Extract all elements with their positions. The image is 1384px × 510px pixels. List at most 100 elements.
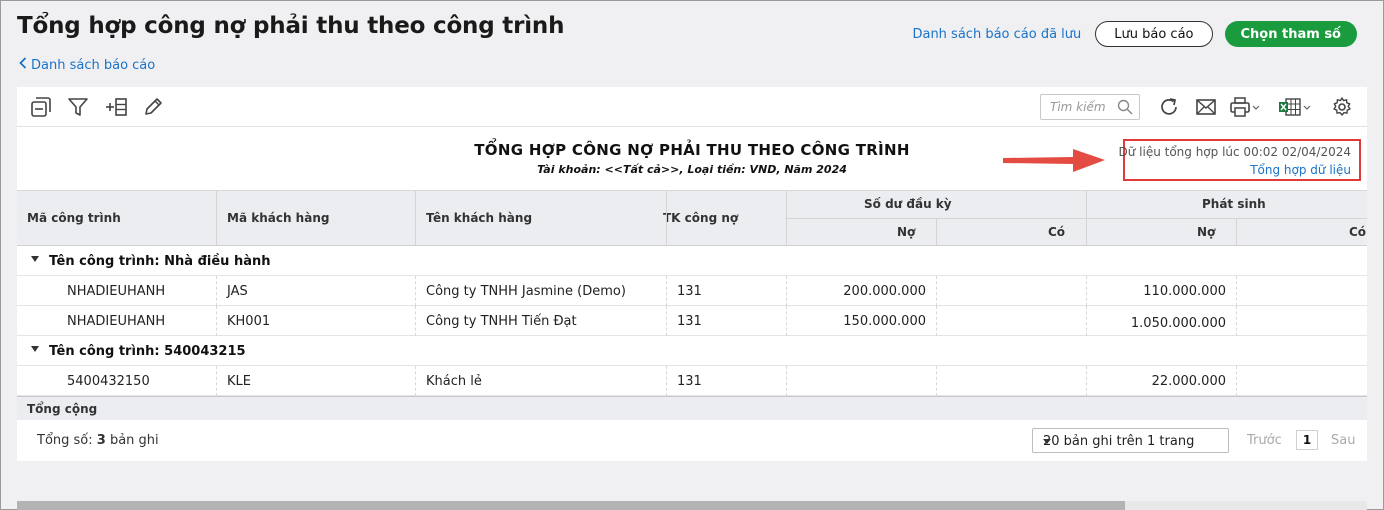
sync-time: Dữ liệu tổng hợp lúc 00:02 02/04/2024 (1118, 145, 1351, 159)
caret-down-icon[interactable] (31, 346, 39, 352)
back-link-label: Danh sách báo cáo (31, 57, 156, 73)
excel-icon[interactable] (1277, 95, 1313, 119)
divider (415, 366, 416, 396)
settings-icon[interactable] (1330, 95, 1354, 119)
divider (786, 306, 787, 336)
cell-project-code: NHADIEUHANH (67, 284, 166, 299)
group-row[interactable]: Tên công trình: 540043215 (17, 336, 1367, 366)
divider (1086, 276, 1087, 306)
divider (936, 366, 937, 396)
divider (1236, 366, 1237, 396)
edit-icon[interactable] (141, 95, 165, 119)
page-title: Tổng hợp công nợ phải thu theo công trìn… (17, 13, 565, 39)
divider (1086, 191, 1087, 247)
cell-open-debit: 150.000.000 (843, 314, 926, 329)
divider (1086, 306, 1087, 336)
record-count-prefix: Tổng số: (37, 433, 97, 448)
col-incurred-credit[interactable]: Có (1349, 225, 1366, 239)
page-number[interactable]: 1 (1296, 430, 1318, 450)
table-row[interactable]: 5400432150 KLE Khách lẻ 131 22.000.000 (17, 366, 1367, 396)
divider (415, 276, 416, 306)
print-icon[interactable] (1229, 95, 1263, 119)
divider (216, 306, 217, 336)
refresh-icon[interactable] (1157, 95, 1181, 119)
divider (786, 366, 787, 396)
table-row[interactable]: NHADIEUHANH KH001 Công ty TNHH Tiến Đạt … (17, 306, 1367, 336)
cell-customer-name: Công ty TNHH Jasmine (Demo) (426, 284, 626, 299)
chevron-left-icon (19, 57, 27, 73)
cell-incurred-debit: 22.000.000 (1151, 374, 1226, 389)
col-project-code[interactable]: Mã công trình (27, 211, 121, 225)
col-incurred-debit[interactable]: Nợ (1197, 225, 1215, 239)
cell-account: 131 (677, 284, 702, 299)
search-icon (1117, 99, 1133, 115)
cell-customer-name: Công ty TNHH Tiến Đạt (426, 314, 577, 329)
divider (1236, 306, 1237, 336)
divider (786, 276, 787, 306)
col-opening-credit[interactable]: Có (1048, 225, 1065, 239)
col-customer-name[interactable]: Tên khách hàng (426, 211, 532, 225)
email-icon[interactable] (1194, 95, 1218, 119)
divider (216, 366, 217, 396)
divider (936, 306, 937, 336)
sync-data-link[interactable]: Tổng hợp dữ liệu (1250, 163, 1351, 177)
divider (666, 191, 667, 247)
report-toolbar: Tìm kiếm (17, 87, 1367, 127)
cell-account: 131 (677, 314, 702, 329)
col-debt-account[interactable]: TK công nợ (663, 211, 738, 225)
col-opening-debit[interactable]: Nợ (897, 225, 915, 239)
cell-project-code: NHADIEUHANH (67, 314, 166, 329)
group-label: Tên công trình: Nhà điều hành (49, 254, 271, 269)
total-row: Tổng cộng (17, 396, 1367, 420)
collapse-icon[interactable] (29, 95, 53, 119)
divider (786, 191, 787, 247)
save-report-button[interactable]: Lưu báo cáo (1095, 21, 1213, 47)
saved-reports-link[interactable]: Danh sách báo cáo đã lưu (912, 27, 1081, 42)
divider (1236, 276, 1237, 306)
cell-customer-code: KH001 (227, 314, 271, 329)
page-size-value: 20 bản ghi trên 1 trang (1043, 434, 1195, 449)
divider (666, 306, 667, 336)
group-row[interactable]: Tên công trình: Nhà điều hành (17, 246, 1367, 276)
col-customer-code[interactable]: Mã khách hàng (227, 211, 329, 225)
arrow-right-icon (1003, 149, 1105, 172)
cell-customer-code: KLE (227, 374, 251, 389)
cell-customer-name: Khách lẻ (426, 374, 482, 389)
divider (936, 276, 937, 306)
divider (666, 276, 667, 306)
search-input[interactable]: Tìm kiếm (1040, 94, 1140, 120)
back-to-report-list-link[interactable]: Danh sách báo cáo (19, 57, 155, 73)
table-header: Mã công trình Mã khách hàng Tên khách hà… (17, 190, 1367, 247)
record-count-suffix: bản ghi (105, 433, 159, 448)
search-placeholder: Tìm kiếm (1050, 100, 1106, 114)
cell-open-debit: 200.000.000 (843, 284, 926, 299)
chevron-down-icon (1043, 439, 1051, 444)
caret-down-icon[interactable] (31, 256, 39, 262)
divider (1236, 218, 1237, 247)
divider (216, 276, 217, 306)
divider (1086, 366, 1087, 396)
record-count-value: 3 (96, 433, 106, 448)
table-footer: Tổng số: 3 bản ghi 20 bản ghi trên 1 tra… (17, 420, 1367, 461)
filter-icon[interactable] (66, 95, 90, 119)
table-row[interactable]: NHADIEUHANH JAS Công ty TNHH Jasmine (De… (17, 276, 1367, 306)
cell-account: 131 (677, 374, 702, 389)
cell-incurred-debit: 1.050.000.000 (1130, 316, 1226, 331)
divider (216, 191, 217, 247)
cell-incurred-debit: 110.000.000 (1143, 284, 1226, 299)
header-actions: Danh sách báo cáo đã lưu Lưu báo cáo Chọ… (912, 21, 1357, 47)
sync-info-box: Dữ liệu tổng hợp lúc 00:02 02/04/2024 Tổ… (1118, 139, 1361, 181)
horizontal-scrollbar-thumb[interactable] (17, 501, 1125, 510)
divider (415, 191, 416, 247)
divider (936, 218, 937, 247)
prev-page-button[interactable]: Trước (1247, 433, 1282, 448)
divider (666, 366, 667, 396)
col-incurred: Phát sinh (1202, 197, 1266, 211)
record-count: Tổng số: 3 bản ghi (37, 433, 159, 448)
page-size-select[interactable]: 20 bản ghi trên 1 trang (1032, 428, 1229, 453)
divider (415, 306, 416, 336)
next-page-button[interactable]: Sau (1331, 433, 1355, 448)
cell-project-code: 5400432150 (67, 374, 150, 389)
choose-params-button[interactable]: Chọn tham số (1224, 21, 1357, 47)
add-column-icon[interactable] (104, 95, 128, 119)
